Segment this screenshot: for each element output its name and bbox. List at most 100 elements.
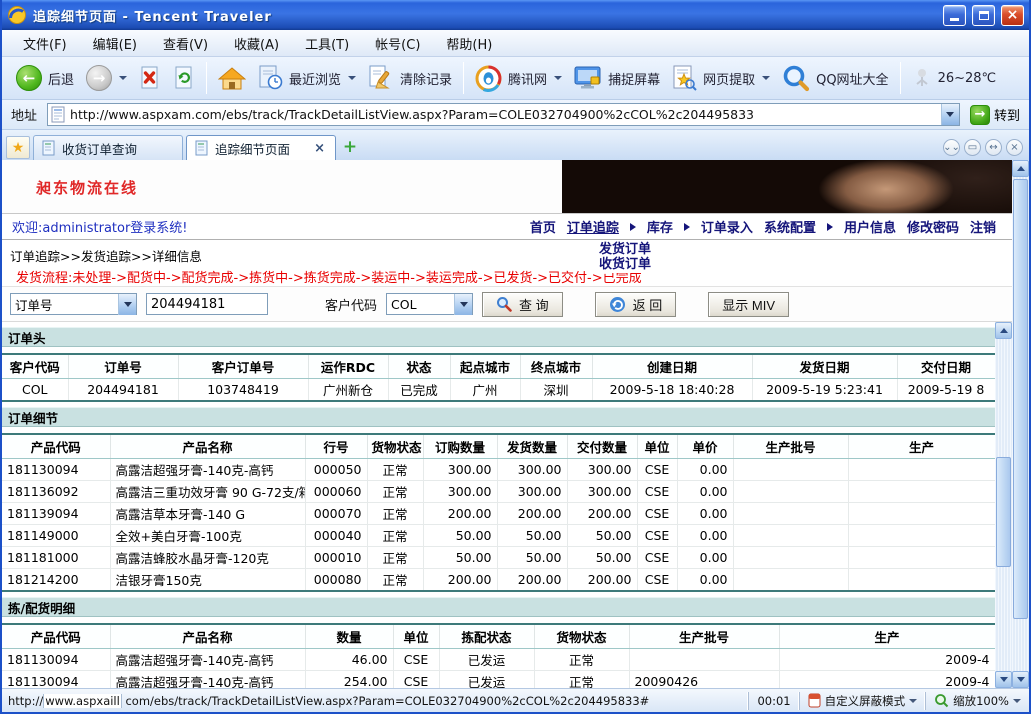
table-cell: 200.00 (567, 569, 637, 592)
address-url[interactable]: http://www.aspxam.com/ebs/track/TrackDet… (70, 107, 937, 122)
nav-arrow-icon (630, 223, 636, 231)
inner-scrollbar[interactable] (995, 322, 1012, 688)
section-order-header: 订单头 (2, 327, 995, 347)
return-button[interactable]: 返 回 (595, 292, 677, 317)
nav-item-home[interactable]: 首页 (530, 217, 556, 236)
table-cell: 正常 (534, 649, 629, 671)
menu-item-help[interactable]: 帮助(H) (433, 30, 505, 57)
nav-item-order-track[interactable]: 订单追踪 (567, 217, 619, 236)
address-field[interactable]: http://www.aspxam.com/ebs/track/TrackDet… (47, 103, 960, 126)
scroll-thumb[interactable] (996, 457, 1011, 567)
scroll-thumb[interactable] (1013, 179, 1028, 619)
stop-button[interactable] (133, 62, 167, 94)
scroll-up-button[interactable] (1012, 160, 1029, 177)
table-cell: 200.00 (497, 569, 567, 592)
address-dropdown-button[interactable] (941, 104, 959, 125)
menu-item-file[interactable]: 文件(F) (10, 30, 80, 57)
nav-item-user-info[interactable]: 用户信息 (844, 217, 896, 236)
tencent-button[interactable]: 腾讯网 (469, 62, 568, 95)
order-number-input[interactable] (146, 293, 268, 315)
go-button[interactable]: → 转到 (966, 104, 1024, 126)
new-tab-button[interactable]: + (339, 136, 361, 158)
table-cell (848, 503, 995, 525)
menu-item-tools[interactable]: 工具(T) (292, 30, 362, 57)
column-header: 产品名称 (110, 624, 305, 649)
browser-window: 追踪细节页面 - Tencent Traveler × 文件(F) 编辑(E) … (0, 0, 1031, 714)
table-cell: 300.00 (497, 459, 567, 481)
close-button[interactable]: × (1001, 5, 1024, 26)
tab-track-detail[interactable]: 追踪细节页面 × (186, 135, 336, 160)
table-cell: 50.00 (567, 525, 637, 547)
scroll-track[interactable] (995, 339, 1012, 671)
scroll-up-button[interactable] (995, 322, 1012, 339)
menu-item-favorites[interactable]: 收藏(A) (221, 30, 292, 57)
table-row: 181130094高露洁超强牙膏-140克-高钙000050正常300.0030… (2, 459, 995, 481)
tab-close-icon[interactable]: × (312, 141, 327, 156)
table-cell: 0.00 (677, 459, 733, 481)
minimize-button[interactable] (943, 5, 966, 26)
extract-button[interactable]: 网页提取 (666, 62, 776, 94)
collapse-tabs-button[interactable]: ⌄⌄ (943, 139, 960, 156)
menu-item-edit[interactable]: 编辑(E) (80, 30, 150, 57)
tabbar-controls: ⌄⌄ ▭ ↔ × (943, 139, 1025, 156)
query-button[interactable]: 查 询 (482, 292, 563, 317)
table-cell: CSE (637, 481, 677, 503)
table-cell: 已发运 (439, 671, 534, 689)
menu-item-view[interactable]: 查看(V) (150, 30, 221, 57)
page-icon (51, 106, 66, 123)
capture-screen-button[interactable]: 捕捉屏幕 (568, 62, 666, 94)
clear-history-button[interactable]: 清除记录 (362, 62, 458, 94)
table-cell: 0.00 (677, 525, 733, 547)
customer-code-label: 客户代码 (325, 295, 377, 314)
refresh-button[interactable] (167, 62, 201, 94)
scroll-track[interactable] (1012, 177, 1029, 671)
favorites-button[interactable]: ★ (6, 136, 30, 159)
page-scrollbar[interactable] (1012, 160, 1029, 688)
nav-item-change-password[interactable]: 修改密码 (907, 217, 959, 236)
zoom-icon (934, 693, 949, 708)
table-cell: CSE (393, 671, 439, 689)
column-header: 货物状态 (534, 624, 629, 649)
column-header: 拣配状态 (439, 624, 534, 649)
tab-receive-order-query[interactable]: 收货订单查询 (33, 135, 183, 160)
section-order-detail: 订单细节 (2, 407, 995, 427)
close-tabs-button[interactable]: × (1006, 139, 1023, 156)
block-mode-control[interactable]: 自定义屏蔽模式 (799, 692, 926, 710)
show-miv-button[interactable]: 显示 MIV (708, 292, 789, 317)
subnav-item-receive-order[interactable]: 收货订单 (599, 257, 651, 272)
zoom-control[interactable]: 缩放100% (925, 692, 1029, 710)
table-cell: 181136092 (2, 481, 110, 503)
maximize-button[interactable] (972, 5, 995, 26)
column-header: 状态 (388, 354, 450, 379)
nav-item-inventory[interactable]: 库存 (647, 217, 673, 236)
table-cell: 000050 (305, 459, 367, 481)
page-content: 昶东物流在线 欢迎:administrator登录系统! 首页 订单追踪 库存 … (2, 160, 1029, 688)
table-cell: 高露洁蜂胶水晶牙膏-120克 (110, 547, 305, 569)
tab-list-button[interactable]: ▭ (964, 139, 981, 156)
subnav-item-ship-order[interactable]: 发货订单 (599, 242, 651, 257)
customer-code-select[interactable]: COL (386, 293, 473, 315)
back-button[interactable]: ← 后退 (10, 62, 80, 94)
forward-button[interactable]: → (80, 62, 133, 94)
zoom-label: 缩放100% (953, 693, 1009, 709)
tab-switch-button[interactable]: ↔ (985, 139, 1002, 156)
nav-item-logout[interactable]: 注销 (970, 217, 996, 236)
tencent-icon (475, 65, 502, 92)
nav-item-system-config[interactable]: 系统配置 (764, 217, 816, 236)
search-field-select[interactable]: 订单号 (10, 293, 137, 315)
scroll-down-button[interactable] (1012, 671, 1029, 688)
recent-browse-button[interactable]: 最近浏览 (252, 62, 362, 94)
table-cell: 0.00 (677, 481, 733, 503)
scroll-down-button[interactable] (995, 671, 1012, 688)
qq-sites-button[interactable]: QQ网址大全 (776, 61, 894, 95)
table-cell: 50.00 (567, 547, 637, 569)
column-header: 产品名称 (110, 434, 305, 459)
home-button[interactable] (212, 63, 252, 94)
menu-item-account[interactable]: 帐号(C) (362, 30, 433, 57)
weather-widget[interactable]: 26~28℃ (906, 64, 1003, 92)
table-cell: 全效+美白牙膏-100克 (110, 525, 305, 547)
query-label: 查 询 (519, 295, 549, 314)
table-cell: 300.00 (423, 481, 497, 503)
table-cell: 103748419 (178, 379, 308, 402)
nav-item-order-entry[interactable]: 订单录入 (701, 217, 753, 236)
